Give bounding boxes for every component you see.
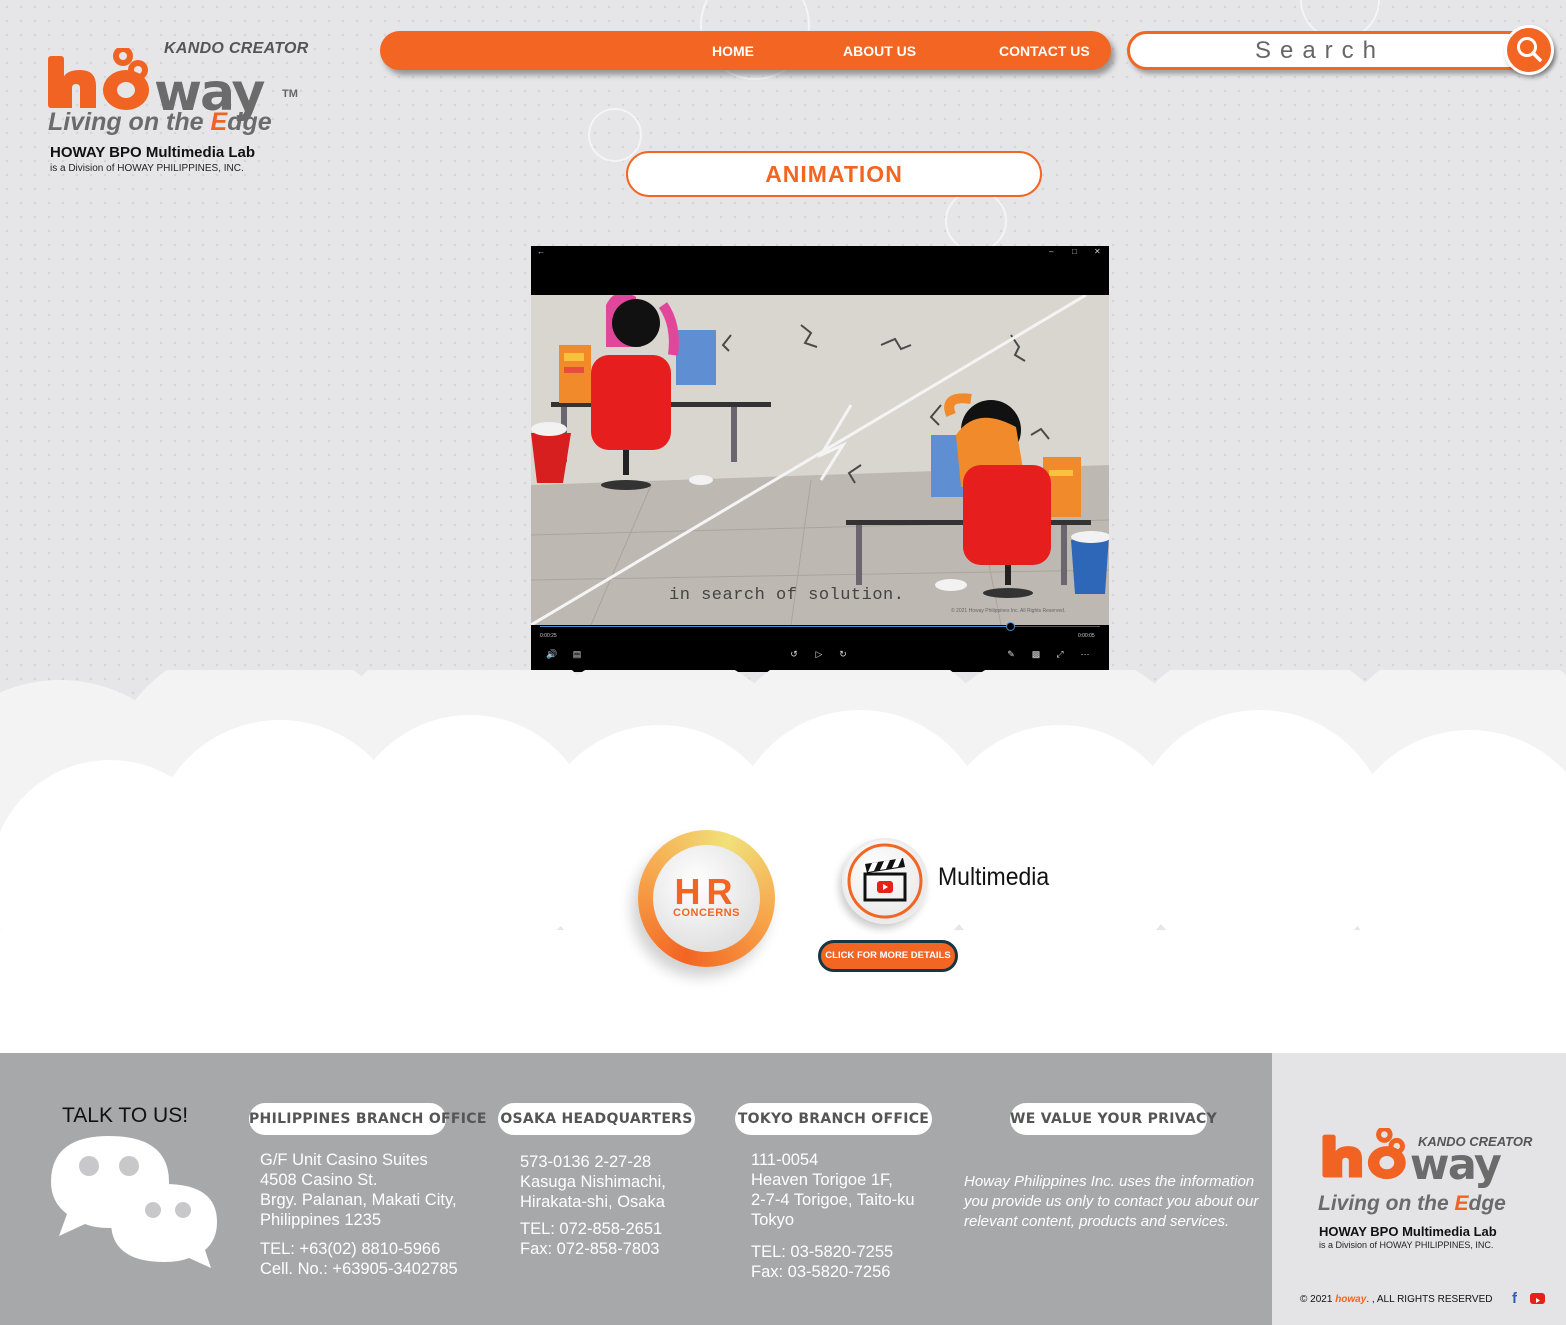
minimize-icon[interactable]: – — [1049, 247, 1053, 256]
play-icon[interactable]: ▷ — [812, 647, 826, 661]
clapperboard-icon — [847, 843, 923, 919]
youtube-icon[interactable] — [1530, 1293, 1545, 1304]
maximize-icon[interactable]: □ — [1072, 247, 1077, 256]
close-icon[interactable]: ✕ — [1094, 247, 1101, 256]
footer-division-note: is a Division of HOWAY PHILIPPINES, INC. — [1319, 1240, 1494, 1250]
search-icon — [1517, 37, 1542, 62]
animation-still — [531, 295, 1109, 625]
osaka-phones: TEL: 072-858-2651 Fax: 072-858-7803 — [520, 1220, 663, 1258]
planet-sketch — [945, 190, 1007, 252]
subtitles-icon[interactable]: ▤ — [570, 647, 584, 661]
search-button[interactable] — [1504, 25, 1554, 75]
footer-tagline: Living on the Edge — [1318, 1192, 1506, 1215]
multimedia-label: Multimedia — [938, 863, 1050, 891]
search-input[interactable] — [1150, 36, 1490, 66]
edit-icon[interactable]: ✎ — [1004, 647, 1018, 661]
fullscreen-icon[interactable]: ⤢ — [1053, 647, 1067, 661]
footer-brand-logo[interactable]: way KANDO CREATOR Living on the Edge HOW… — [1316, 1128, 1536, 1258]
copyright: © 2021 howay. , ALL RIGHTS RESERVED — [1300, 1294, 1493, 1305]
lab-name: HOWAY BPO Multimedia Lab — [50, 144, 256, 161]
hr-badge-inner: HR CONCERNS — [653, 845, 760, 952]
main-nav: HOME ABOUT US CONTACT US — [380, 31, 1111, 70]
osaka-address: 573-0136 2-27-28 Kasuga Nishimachi, Hira… — [520, 1153, 666, 1211]
progress-fill — [540, 626, 1011, 627]
nav-about-us[interactable]: ABOUT US — [843, 43, 916, 59]
osaka-hq-title: OSAKA HEADQUARTERS — [498, 1103, 695, 1135]
philippines-phones: TEL: +63(02) 8810-5966 Cell. No.: +63905… — [260, 1240, 458, 1278]
time-elapsed: 0:00:25 — [540, 633, 557, 639]
hr-concerns-badge[interactable]: HR CONCERNS — [638, 830, 775, 967]
video-copyright: © 2021 Howay Philippines Inc. All Rights… — [951, 608, 1066, 614]
video-frame[interactable]: in search of solution. © 2021 Howay Phil… — [531, 295, 1109, 625]
division-note: is a Division of HOWAY PHILIPPINES, INC. — [50, 163, 244, 174]
window-bar: ← – □ ✕ — [531, 246, 1109, 258]
volume-icon[interactable]: 🔊 — [545, 647, 559, 661]
time-total: 0:00:05 — [1078, 633, 1095, 639]
nav-contact-us[interactable]: CONTACT US — [999, 43, 1090, 59]
nav-home[interactable]: HOME — [712, 43, 754, 59]
tokyo-phones: TEL: 03-5820-7255 Fax: 03-5820-7256 — [751, 1243, 894, 1281]
progress-knob[interactable] — [1006, 622, 1016, 631]
multimedia-button[interactable] — [842, 838, 928, 924]
search-box — [1127, 31, 1552, 70]
section-title: ANIMATION — [626, 151, 1042, 197]
forward-icon[interactable]: ↻ — [836, 647, 850, 661]
hr-badge-subtitle: CONCERNS — [673, 907, 740, 919]
tokyo-office-title: TOKYO BRANCH OFFICE — [735, 1103, 932, 1135]
youtube-play-glyph — [1536, 1298, 1540, 1303]
video-player: ← – □ ✕ in search of solution. © 2021 Ho… — [531, 246, 1109, 672]
trademark: TM — [282, 88, 298, 100]
progress-bar[interactable] — [540, 622, 1100, 631]
privacy-title: WE VALUE YOUR PRIVACY — [1010, 1103, 1217, 1135]
philippines-address: G/F Unit Casino Suites 4508 Casino St. B… — [260, 1151, 457, 1229]
more-icon[interactable]: ⋯ — [1078, 647, 1092, 661]
chat-bubbles-icon[interactable] — [47, 1132, 219, 1270]
tokyo-address: 111-0054 Heaven Torigoe 1F, 2-7-4 Torigo… — [751, 1151, 915, 1229]
philippines-office-title: PHILIPPINES BRANCH OFFICE — [249, 1103, 486, 1135]
white-band — [0, 958, 1566, 1053]
planet-sketch — [588, 108, 642, 162]
facebook-icon[interactable]: f — [1512, 1291, 1524, 1307]
back-arrow-icon[interactable]: ← — [537, 247, 545, 256]
rewind-icon[interactable]: ↺ — [787, 647, 801, 661]
footer-lab-name: HOWAY BPO Multimedia Lab — [1319, 1224, 1497, 1239]
miniplayer-icon[interactable]: ▩ — [1029, 647, 1043, 661]
video-caption: in search of solution. — [669, 586, 905, 605]
tagline: Living on the Edge — [48, 108, 272, 136]
talk-to-us-title: TALK TO US! — [62, 1104, 189, 1127]
privacy-text: Howay Philippines Inc. uses the informat… — [964, 1173, 1259, 1230]
footer-logo-kando-text: KANDO CREATOR — [1418, 1134, 1533, 1149]
click-for-more-details-button[interactable]: CLICK FOR MORE DETAILS — [818, 940, 958, 972]
